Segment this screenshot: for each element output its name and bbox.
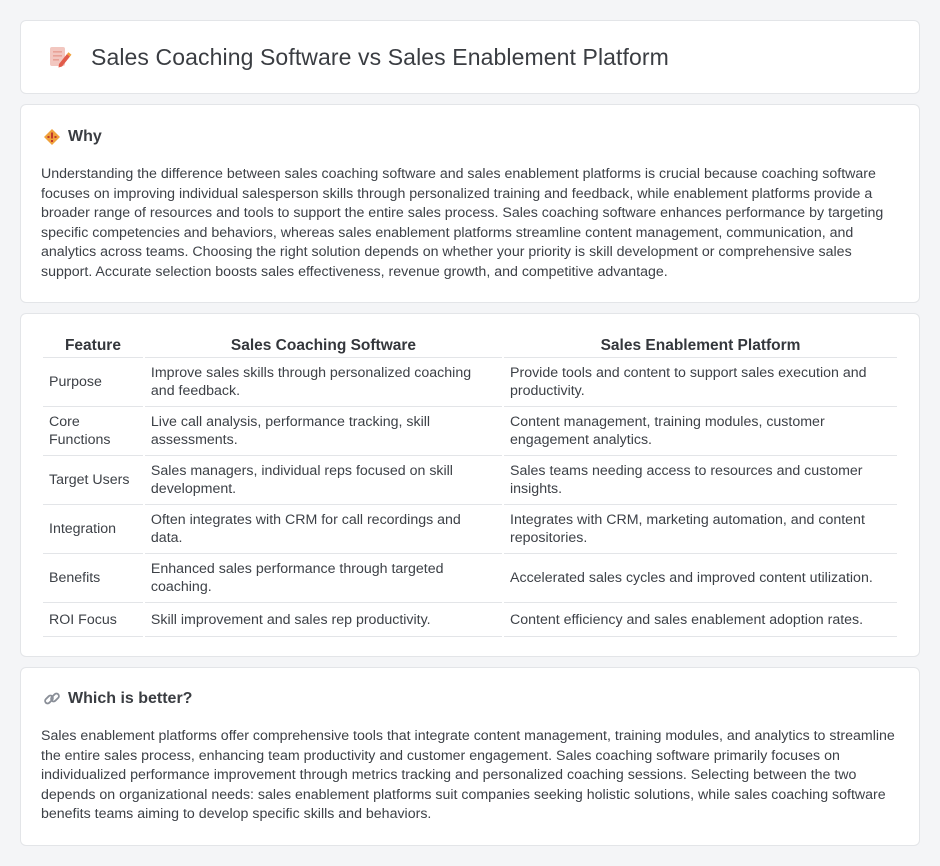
better-title: Which is better? — [68, 690, 193, 707]
why-text: Understanding the difference between sal… — [41, 166, 884, 280]
feature-cell: ROI Focus — [43, 603, 143, 637]
enablement-cell: Content efficiency and sales enablement … — [504, 603, 897, 637]
table-row: Core Functions Live call analysis, perfo… — [43, 407, 897, 456]
table-row: Benefits Enhanced sales performance thro… — [43, 554, 897, 603]
coaching-cell: Sales managers, individual reps focused … — [144, 456, 503, 505]
header-sales-coaching: Sales Coaching Software — [144, 336, 503, 358]
feature-cell: Target Users — [43, 456, 143, 505]
page-title: Sales Coaching Software vs Sales Enablem… — [91, 43, 669, 70]
enablement-cell: Accelerated sales cycles and improved co… — [504, 554, 897, 603]
feature-cell: Core Functions — [43, 407, 143, 456]
coaching-cell: Enhanced sales performance through targe… — [144, 554, 503, 603]
table-header-row: Feature Sales Coaching Software Sales En… — [43, 336, 897, 358]
which-is-better-card: Which is better? Sales enablement platfo… — [20, 667, 920, 846]
enablement-cell: Integrates with CRM, marketing automatio… — [504, 505, 897, 554]
coaching-cell: Live call analysis, performance tracking… — [144, 407, 503, 456]
comparison-table: Feature Sales Coaching Software Sales En… — [41, 336, 899, 637]
document-pencil-icon — [45, 43, 73, 71]
why-header: Why — [43, 128, 102, 146]
enablement-cell: Provide tools and content to support sal… — [504, 358, 897, 407]
feature-cell: Benefits — [43, 554, 143, 603]
table-row: Purpose Improve sales skills through per… — [43, 358, 897, 407]
enablement-cell: Sales teams needing access to resources … — [504, 456, 897, 505]
coaching-cell: Improve sales skills through personalize… — [144, 358, 503, 407]
diamond-warning-icon — [43, 128, 61, 146]
better-text: Sales enablement platforms offer compreh… — [41, 728, 895, 823]
feature-cell: Integration — [43, 505, 143, 554]
title-card: Sales Coaching Software vs Sales Enablem… — [20, 20, 920, 94]
table-row: Target Users Sales managers, individual … — [43, 456, 897, 505]
coaching-cell: Often integrates with CRM for call recor… — [144, 505, 503, 554]
header-feature: Feature — [43, 336, 143, 358]
why-title: Why — [68, 128, 102, 145]
link-icon — [43, 690, 61, 708]
why-card: Why Understanding the difference between… — [20, 104, 920, 303]
better-header: Which is better? — [43, 690, 192, 708]
header-sales-enablement: Sales Enablement Platform — [504, 336, 897, 358]
feature-cell: Purpose — [43, 358, 143, 407]
enablement-cell: Content management, training modules, cu… — [504, 407, 897, 456]
comparison-card: Feature Sales Coaching Software Sales En… — [20, 313, 920, 657]
table-row: ROI Focus Skill improvement and sales re… — [43, 603, 897, 637]
table-row: Integration Often integrates with CRM fo… — [43, 505, 897, 554]
coaching-cell: Skill improvement and sales rep producti… — [144, 603, 503, 637]
